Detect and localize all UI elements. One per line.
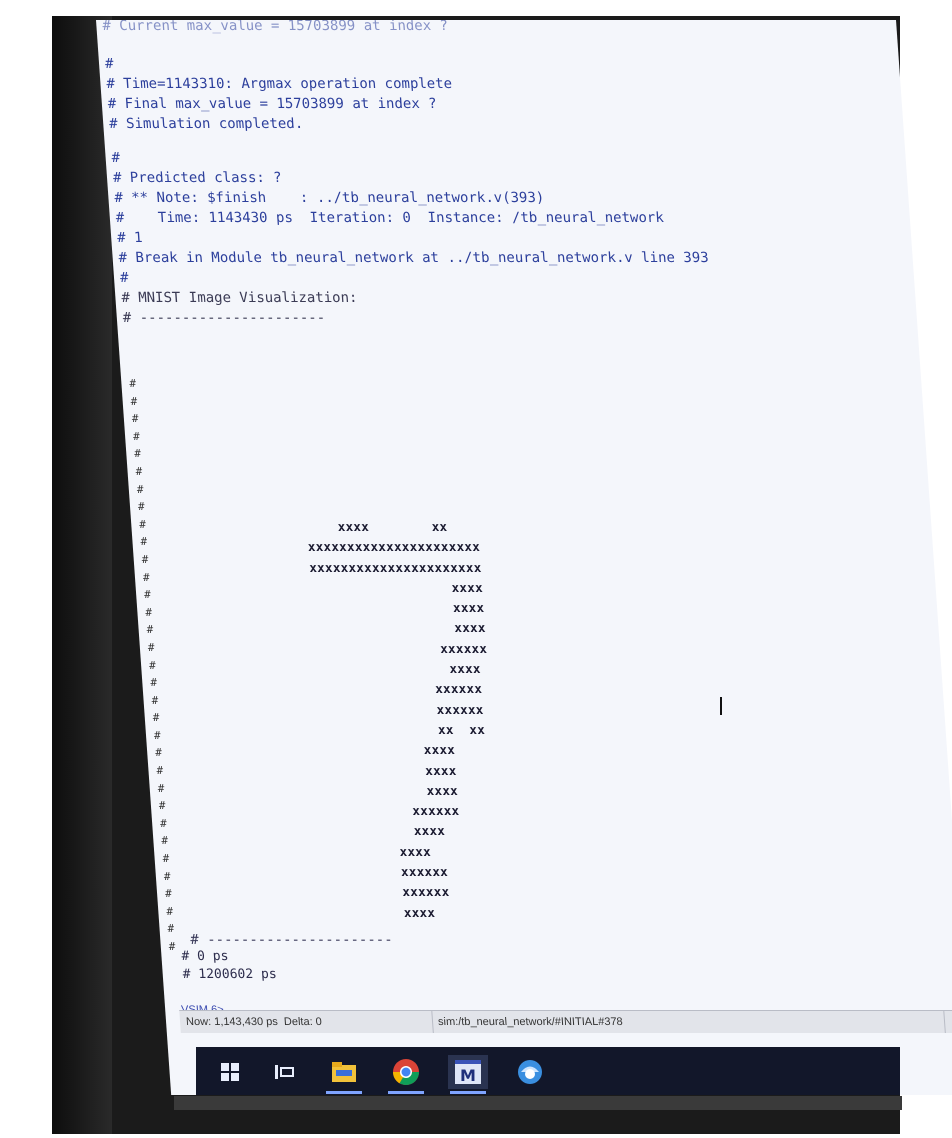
transcript-line: # ---------------------- — [122, 310, 326, 326]
text-cursor — [720, 697, 722, 715]
windows-start-icon[interactable] — [210, 1055, 250, 1089]
transcript-line: # Simulation completed. — [108, 116, 304, 132]
status-bar: Now: 1,143,430 ps Delta: 0 sim:/tb_neura… — [179, 1010, 952, 1033]
task-view-icon[interactable] — [264, 1055, 304, 1089]
mnist-ascii-image: xxxx xx xxxxxxxxxxxxxxxxxxxxxx xxxxxxxxx… — [306, 517, 507, 923]
mnist-row: xxxx — [311, 600, 485, 616]
delta-label: Delta: 0 — [283, 1016, 323, 1028]
status-context: sim:/tb_neural_network/#INITIAL#378 — [431, 1011, 946, 1033]
transcript-line: # — [104, 56, 115, 72]
mnist-row: xxxx — [321, 742, 456, 758]
mnist-row: xxxx — [322, 762, 458, 778]
transcript-line: # Break in Module tb_neural_network at .… — [118, 250, 710, 266]
transcript-line: # Time=1143310: Argmax operation complet… — [105, 76, 453, 92]
time-line: # 1200602 ps — [182, 967, 278, 982]
status-now: Now: 1,143,430 ps Delta: 0 — [179, 1011, 434, 1033]
modelsim-icon[interactable]: M — [448, 1055, 488, 1094]
transcript-line: # 1 — [116, 230, 144, 246]
transcript-line: # MNIST Image Visualization: — [120, 290, 359, 306]
time-line: # 0 ps — [180, 949, 229, 964]
mnist-row: xxxxxx — [317, 681, 483, 697]
mnist-row: xxxx — [327, 823, 446, 839]
mnist-row: xxxx — [328, 843, 432, 859]
svg-text:M: M — [460, 1066, 476, 1085]
windows-taskbar: M — [196, 1047, 900, 1095]
mnist-row: xxxx — [310, 579, 484, 595]
mnist-row: xxxx — [332, 904, 436, 920]
mnist-row: xxxxxx — [325, 803, 460, 819]
file-explorer-icon[interactable] — [324, 1055, 364, 1094]
transcript-line: # — [119, 270, 130, 286]
transcript-line: # Current max_value = 15703899 at index … — [101, 20, 449, 34]
app-icon[interactable] — [510, 1055, 550, 1089]
monitor-stand-edge — [174, 1096, 902, 1110]
now-label: Now: 1,143,430 ps — [185, 1016, 279, 1028]
transcript-pane[interactable]: # Current max_value = 15703899 at index … — [96, 20, 952, 995]
mnist-row: xxxx — [324, 782, 459, 798]
transcript-line: # — [111, 150, 121, 166]
transcript-line: # Predicted class: ? — [112, 170, 283, 186]
modelsim-transcript-window: # Current max_value = 15703899 at index … — [96, 20, 952, 1095]
mnist-row: xxxxxx — [318, 701, 485, 717]
mnist-row: xxxxxx — [314, 640, 488, 656]
chrome-icon[interactable] — [386, 1055, 426, 1094]
mnist-row: xx xx — [320, 721, 486, 737]
mnist-row: xxxxxxxxxxxxxxxxxxxxxx — [308, 559, 482, 575]
mnist-row: xxxx — [315, 661, 482, 677]
mnist-row: xxxxxxxxxxxxxxxxxxxxxx — [307, 539, 481, 555]
transcript-line: # Time: 1143430 ps Iteration: 0 Instance… — [115, 210, 665, 226]
mnist-row: xxxxxx — [331, 884, 450, 900]
time-lines: # 0 ps # 1200602 ps — [181, 948, 277, 984]
mnist-row: xxxxxx — [330, 864, 449, 880]
mnist-row: xxxx xx — [305, 519, 448, 534]
mnist-row: xxxx — [312, 620, 487, 636]
transcript-line: # ** Note: $finish : ../tb_neural_networ… — [113, 190, 545, 206]
monitor-edge — [52, 16, 112, 1134]
transcript-line: # Final max_value = 15703899 at index ? — [107, 96, 438, 112]
transcript-divider: # ---------------------- — [189, 932, 394, 948]
